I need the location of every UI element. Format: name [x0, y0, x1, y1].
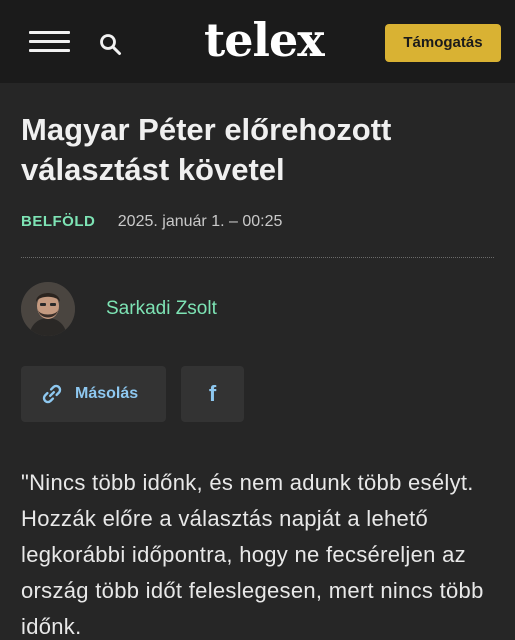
link-icon — [42, 384, 62, 404]
category-link[interactable]: BELFÖLD — [21, 213, 95, 230]
support-button[interactable]: Támogatás — [385, 24, 501, 62]
article-meta: BELFÖLD 2025. január 1. – 00:25 — [21, 212, 282, 232]
author-avatar[interactable] — [21, 282, 75, 336]
copy-link-button[interactable]: Másolás — [21, 366, 166, 422]
author-name[interactable]: Sarkadi Zsolt — [106, 298, 217, 320]
menu-line — [29, 31, 70, 34]
article-body-paragraph: "Nincs több időnk, és nem adunk több esé… — [21, 470, 484, 639]
publish-date: 2025. január 1. – 00:25 — [117, 213, 283, 230]
menu-line — [29, 40, 70, 43]
search-icon[interactable] — [98, 32, 122, 56]
facebook-icon: f — [208, 381, 217, 406]
dotted-divider — [21, 257, 494, 258]
copy-label: Másolás — [75, 385, 139, 402]
facebook-share-button[interactable]: f — [181, 366, 244, 422]
avatar-portrait-icon — [21, 282, 75, 336]
top-navigation-bar: telex Támogatás — [0, 0, 515, 83]
menu-line — [29, 49, 70, 52]
article-title: Magyar Péter előrehozott választást köve… — [21, 112, 392, 187]
telex-logo[interactable]: telex — [204, 12, 325, 68]
hamburger-menu-icon[interactable] — [29, 31, 70, 53]
